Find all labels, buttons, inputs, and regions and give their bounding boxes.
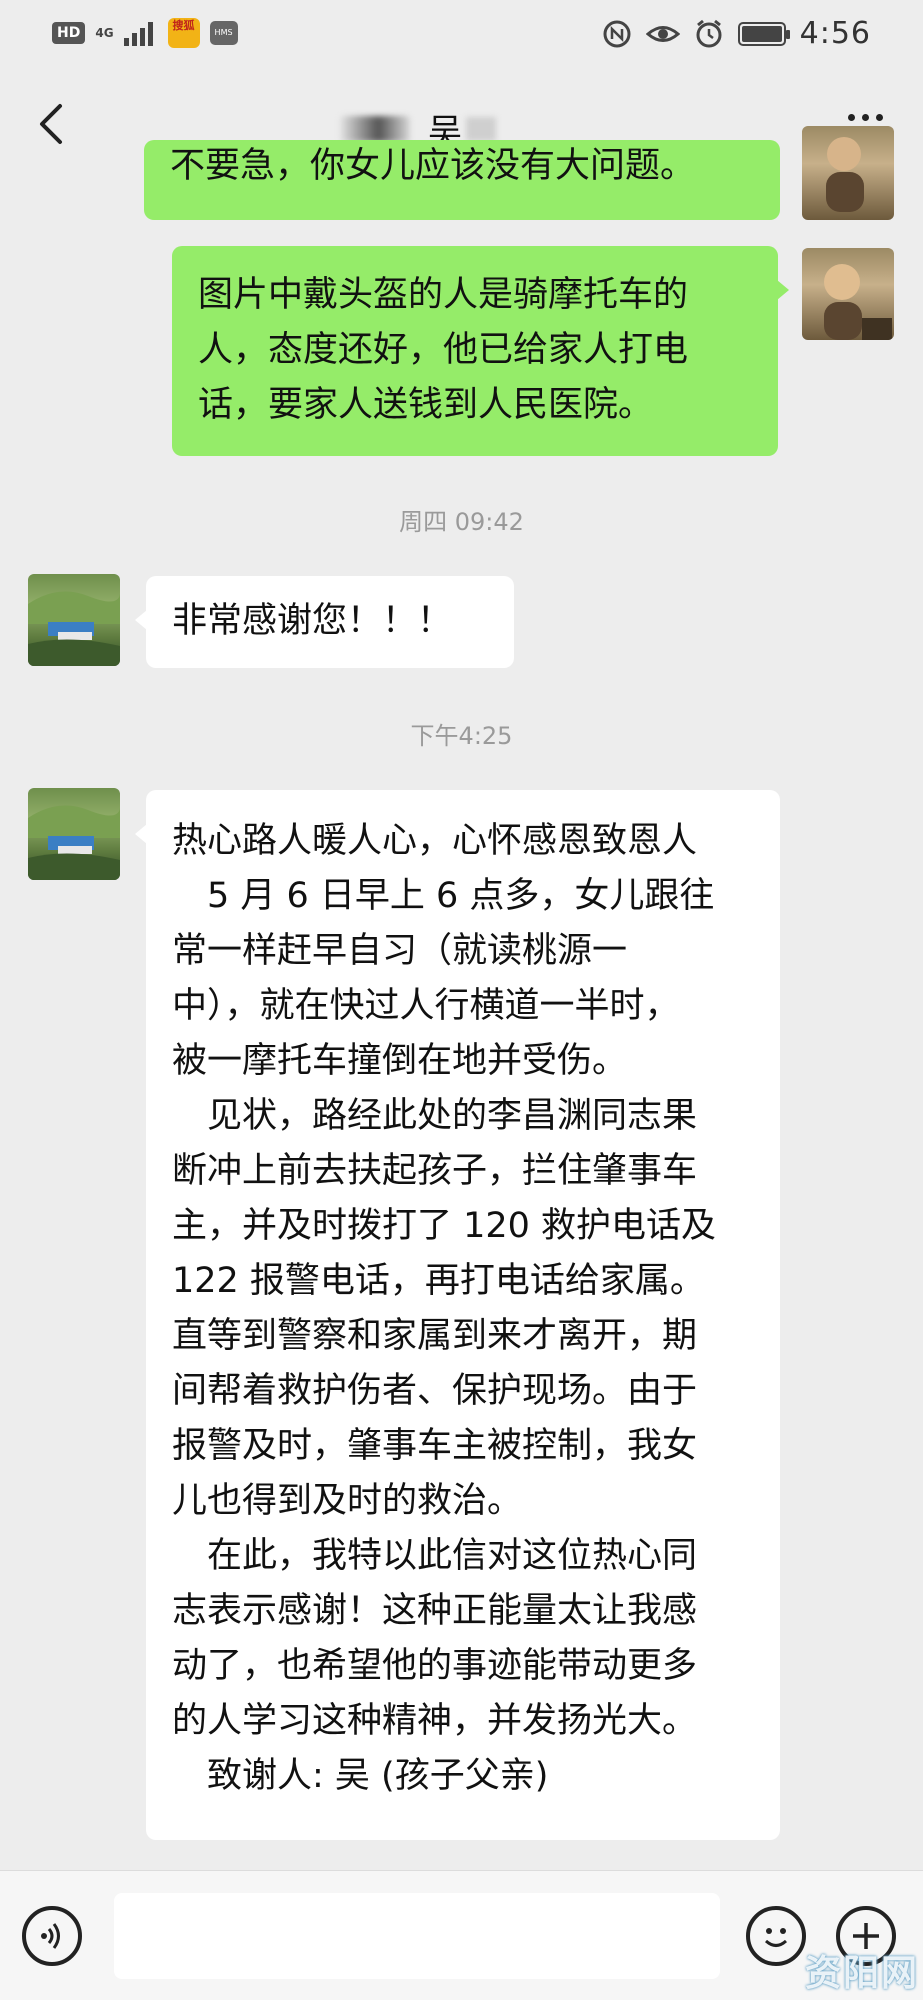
more-dot xyxy=(848,114,855,121)
message-bubble-received[interactable]: 非常感谢您！！！ xyxy=(135,576,514,668)
letter-line: 动了，也希望他的事迹能带动更多 xyxy=(172,1646,698,1686)
back-button[interactable] xyxy=(24,94,84,154)
status-bar: HD 4G 搜狐 HMS 4:56 xyxy=(0,0,923,70)
letter-line: 主，并及时拨打了 120 救护电话及 xyxy=(172,1206,717,1246)
letter-title: 热心路人暖人心，心怀感恩致恩人 xyxy=(172,821,698,861)
letter-line: 122 报警电话，再打电话给家属。 xyxy=(172,1261,705,1301)
letter-line: 间帮着救护伤者、保护现场。由于 xyxy=(172,1371,698,1411)
letter-line: 5 月 6 日早上 6 点多，女儿跟往 xyxy=(207,876,715,916)
message-text: 非常感谢您！！！ xyxy=(172,601,453,641)
signal-icon xyxy=(123,22,153,46)
site-watermark: 资阳网 xyxy=(804,1953,919,1994)
message-bubble-sent[interactable]: 不要急，你女儿应该没有大问题。 xyxy=(144,140,780,220)
landscape-avatar-image xyxy=(28,805,120,880)
letter-line: 中），就在快过人行横道一半时， xyxy=(172,986,680,1026)
alarm-icon xyxy=(696,19,722,47)
message-line: 人，态度还好，他已给家人打电 xyxy=(198,330,689,370)
landscape-avatar-image xyxy=(28,591,120,666)
emoji-icon xyxy=(764,1928,788,1947)
eye-icon xyxy=(645,25,680,42)
letter-line: 志表示感谢！这种正能量太让我感 xyxy=(172,1591,698,1631)
more-options-button[interactable] xyxy=(848,114,883,121)
nfc-icon xyxy=(603,20,631,47)
status-time: 4:56 xyxy=(799,16,871,51)
status-left: HD 4G 搜狐 HMS xyxy=(52,18,238,48)
message-bubble-sent[interactable]: 图片中戴头盔的人是骑摩托车的 人，态度还好，他已给家人打电 话，要家人送钱到人民… xyxy=(172,246,789,456)
letter-line: 直等到警察和家属到来才离开，期 xyxy=(172,1316,698,1356)
sohu-app-icon: 搜狐 xyxy=(167,18,200,48)
more-dot xyxy=(876,114,883,121)
message-text: 不要急，你女儿应该没有大问题。 xyxy=(170,146,696,186)
letter-line: 在此，我特以此信对这位热心同 xyxy=(207,1536,698,1576)
redacted-name-blur xyxy=(340,115,410,142)
chat-screen: HD 4G 搜狐 HMS 4:56 吴 不要急，你女儿应该没有大问题。 图片中戴… xyxy=(0,0,923,2000)
letter-line: 断冲上前去扶起孩子，拦住肇事车 xyxy=(172,1151,698,1191)
chat-input-bar: 资阳网 xyxy=(0,1870,923,2000)
letter-line: 被一摩托车撞倒在地并受伤。 xyxy=(172,1041,628,1081)
letter-line: 的人学习这种精神，并发扬光大。 xyxy=(172,1701,698,1741)
network-type: 4G xyxy=(95,26,114,40)
contact-avatar[interactable] xyxy=(28,574,120,666)
battery-icon xyxy=(737,21,790,46)
letter-line: 见状，路经此处的李昌渊同志果 xyxy=(207,1096,698,1136)
hms-icon: HMS xyxy=(209,21,238,45)
voice-icon xyxy=(41,1923,60,1949)
contact-avatar[interactable] xyxy=(28,788,120,880)
timestamp: 周四 09:42 xyxy=(399,508,524,536)
monk-avatar-image xyxy=(826,137,864,212)
more-dot xyxy=(862,114,869,121)
letter-line: 常一样赶早自习（就读桃源一 xyxy=(172,931,628,971)
chevron-left-icon xyxy=(40,104,62,144)
emoji-button[interactable] xyxy=(746,1906,806,1966)
letter-signature: 致谢人: 吴 (孩子父亲) xyxy=(207,1756,549,1796)
status-right: 4:56 xyxy=(602,16,871,51)
monk-avatar-image xyxy=(824,264,892,340)
message-bubble-received[interactable]: 热心路人暖人心，心怀感恩致恩人 5 月 6 日早上 6 点多，女儿跟往 常一样赶… xyxy=(135,790,780,1840)
hd-badge: HD xyxy=(52,22,86,44)
message-line: 图片中戴头盔的人是骑摩托车的 xyxy=(198,275,689,315)
message-line: 话，要家人送钱到人民医院。 xyxy=(198,385,654,425)
my-avatar[interactable] xyxy=(802,248,894,340)
message-input[interactable] xyxy=(114,1893,720,1979)
battery-level xyxy=(741,25,782,42)
timestamp: 下午4:25 xyxy=(410,722,513,750)
letter-line: 报警及时，肇事车主被控制，我女 xyxy=(172,1426,698,1466)
voice-button[interactable] xyxy=(22,1906,82,1966)
redacted-name-blur-2 xyxy=(466,116,496,141)
letter-line: 儿也得到及时的救治。 xyxy=(172,1481,523,1521)
my-avatar[interactable] xyxy=(802,126,894,220)
